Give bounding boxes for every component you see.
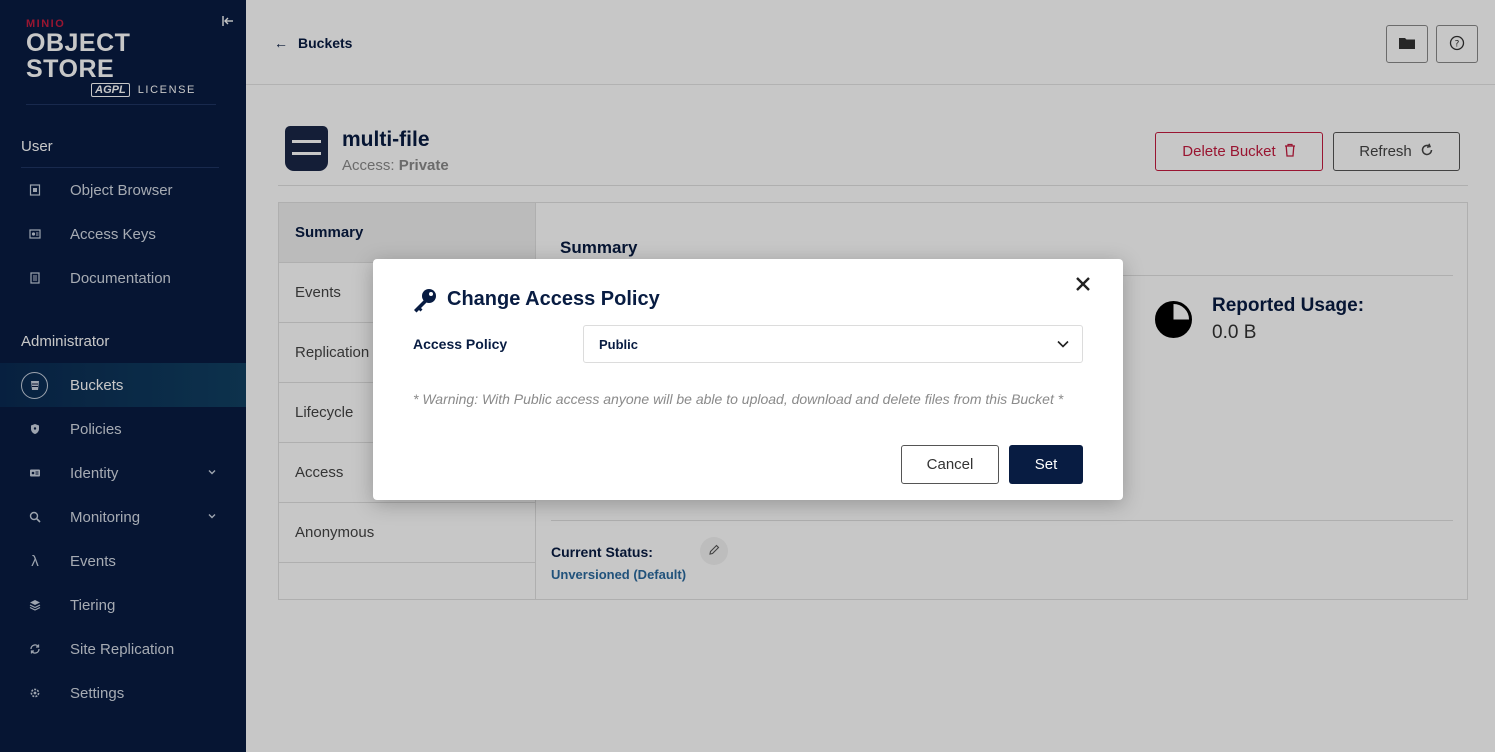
dialog-title: Change Access Policy	[447, 288, 660, 310]
change-access-policy-dialog: Change Access Policy Access Policy Publi…	[373, 259, 1123, 500]
set-button[interactable]: Set	[1009, 445, 1083, 484]
close-icon[interactable]	[1072, 275, 1094, 297]
cancel-button[interactable]: Cancel	[901, 445, 999, 484]
chevron-down-icon	[1056, 337, 1070, 351]
access-policy-value: Public	[599, 336, 639, 352]
access-policy-select[interactable]: Public	[583, 325, 1083, 363]
key-icon	[411, 287, 439, 313]
access-policy-label: Access Policy	[413, 336, 508, 352]
public-access-warning: * Warning: With Public access anyone wil…	[413, 391, 1064, 407]
